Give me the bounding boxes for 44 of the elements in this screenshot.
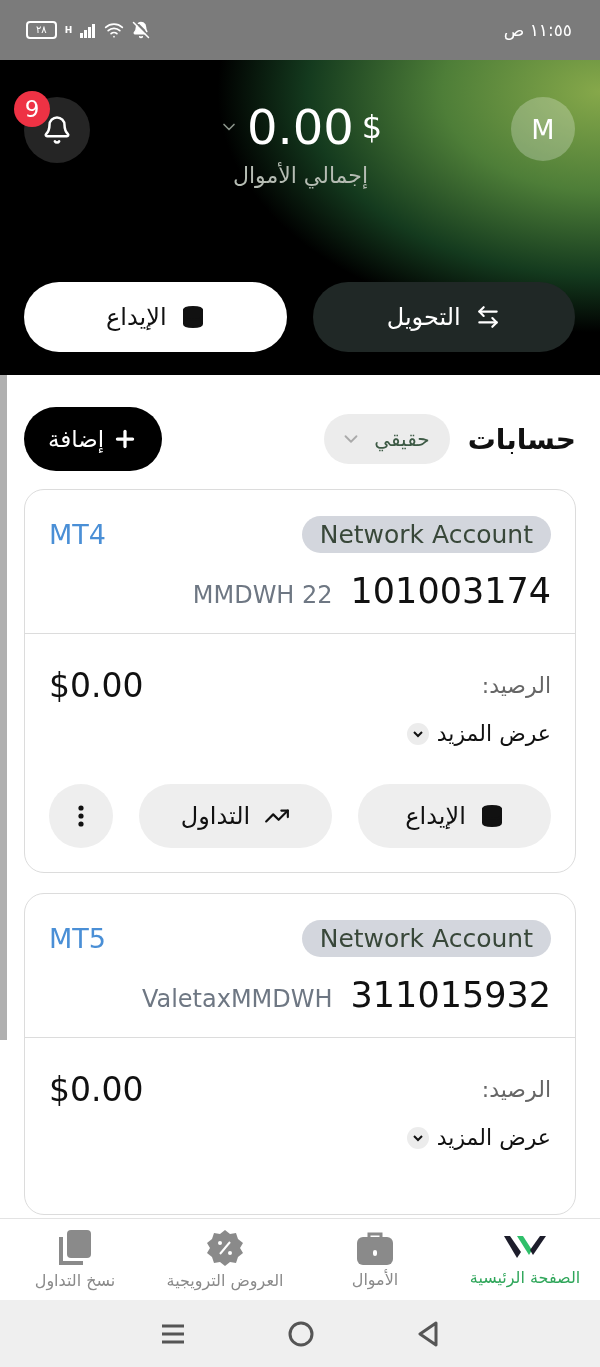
account-name: ValetaxMMDWH xyxy=(141,985,333,1013)
show-more-link[interactable]: عرض المزيد xyxy=(406,721,551,746)
notification-badge: 9 xyxy=(14,91,50,127)
account-type-badge: Network Account xyxy=(301,920,551,957)
balance-amount: $0.00 xyxy=(49,1070,144,1109)
balance-label: الرصيد: xyxy=(481,1077,551,1102)
account-number: 311015932 xyxy=(350,975,551,1015)
platform-label: MT5 xyxy=(49,923,106,954)
total-amount: 0.00 xyxy=(246,99,354,155)
accounts-title: حسابات xyxy=(467,422,576,456)
transfer-button[interactable]: التحويل xyxy=(312,282,575,352)
account-number: 101003174 xyxy=(350,571,551,611)
nav-tab[interactable]: الأموال xyxy=(300,1219,450,1300)
copy-icon xyxy=(58,1229,92,1267)
platform-label: MT4 xyxy=(49,519,106,550)
show-more-link[interactable]: عرض المزيد xyxy=(406,1125,551,1150)
account-type-badge: Network Account xyxy=(301,516,551,553)
bell-icon xyxy=(42,115,72,145)
deposit-button[interactable]: الإيداع xyxy=(358,784,551,848)
currency-symbol: $ xyxy=(361,108,383,146)
more-icon xyxy=(78,805,84,827)
balance-amount: $0.00 xyxy=(49,666,144,705)
chevron-down-icon xyxy=(406,722,429,745)
account-filter[interactable]: حقيقي xyxy=(324,414,450,464)
percent-badge-icon xyxy=(206,1229,244,1267)
battery-level: ٢٨ xyxy=(26,21,57,39)
signal-icon xyxy=(80,22,97,38)
balance-label: الرصيد: xyxy=(481,673,551,698)
briefcase-icon xyxy=(356,1230,394,1266)
total-label: إجمالي الأموال xyxy=(232,163,369,188)
deposit-button[interactable]: الإيداع xyxy=(24,282,287,352)
back-icon[interactable] xyxy=(416,1320,439,1347)
chevron-down-icon xyxy=(406,1126,429,1149)
network-type: H xyxy=(64,25,73,35)
account-name: MMDWH 22 xyxy=(192,581,333,609)
add-button[interactable]: إضافة xyxy=(24,407,163,471)
wifi-icon xyxy=(104,20,125,40)
trade-button[interactable]: التداول xyxy=(139,784,332,848)
nav-tab[interactable]: العروض الترويجية xyxy=(150,1219,300,1300)
nav-tab[interactable]: نسخ التداول xyxy=(0,1219,150,1300)
status-time: ١١:٥٥ ص xyxy=(503,20,572,40)
menu-icon[interactable] xyxy=(161,1322,186,1345)
bell-off-icon xyxy=(132,21,151,39)
home-icon[interactable] xyxy=(288,1320,314,1347)
